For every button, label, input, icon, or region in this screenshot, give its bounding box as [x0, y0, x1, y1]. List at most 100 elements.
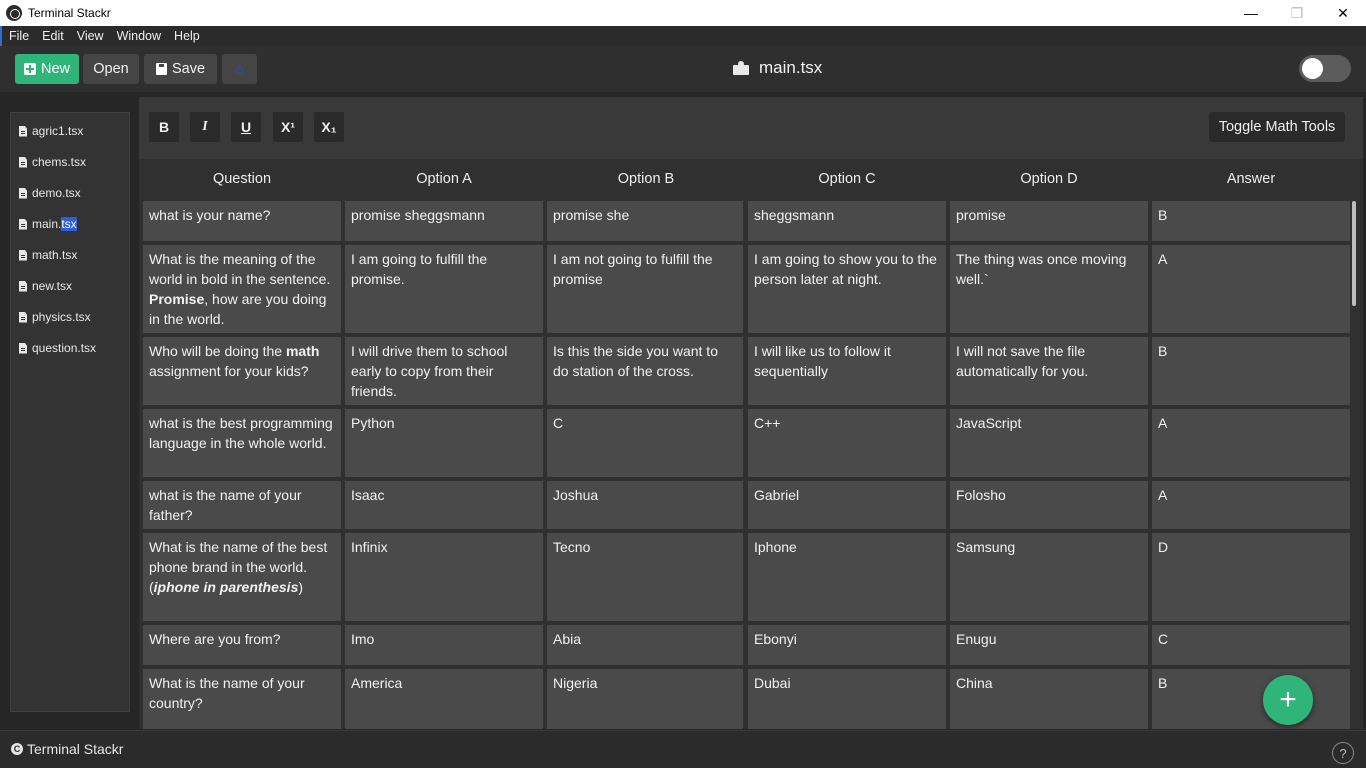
- menu-file[interactable]: File: [2, 29, 35, 43]
- cell-option-c[interactable]: Iphone: [748, 533, 946, 621]
- title-bar: Terminal Stackr — ❐ ✕: [0, 0, 1366, 26]
- superscript-button[interactable]: X¹: [273, 112, 303, 142]
- maximize-button[interactable]: ❐: [1274, 0, 1320, 26]
- menu-view[interactable]: View: [70, 29, 110, 43]
- cell-option-a[interactable]: promise sheggsmann: [345, 201, 543, 241]
- cell-answer[interactable]: D: [1152, 533, 1350, 621]
- help-button[interactable]: ?: [1332, 742, 1354, 764]
- underline-button[interactable]: U: [231, 112, 261, 142]
- cell-option-c[interactable]: I am going to show you to the person lat…: [748, 245, 946, 333]
- cell-question[interactable]: What is the meaning of the world in bold…: [143, 245, 341, 333]
- italic-button[interactable]: I: [190, 112, 220, 142]
- table-header: Question Option A Option B Option C Opti…: [139, 159, 1363, 201]
- cell-option-a[interactable]: Imo: [345, 625, 543, 665]
- cell-option-a[interactable]: America: [345, 669, 543, 729]
- copyright-icon: C: [11, 743, 23, 755]
- menu-window[interactable]: Window: [110, 29, 167, 43]
- table-row: Who will be doing the math assignment fo…: [139, 337, 1363, 405]
- cell-question[interactable]: what is your name?: [143, 201, 341, 241]
- minimize-button[interactable]: —: [1228, 0, 1274, 26]
- sidebar-file-item[interactable]: physics.tsx: [19, 309, 91, 325]
- cell-option-b[interactable]: Nigeria: [547, 669, 743, 729]
- menu-help[interactable]: Help: [167, 29, 206, 43]
- dark-mode-toggle[interactable]: [1299, 55, 1351, 82]
- cell-answer[interactable]: A: [1152, 481, 1350, 529]
- cell-option-a[interactable]: I will drive them to school early to cop…: [345, 337, 543, 405]
- cell-option-a[interactable]: I am going to fulfill the promise.: [345, 245, 543, 333]
- cell-option-d[interactable]: JavaScript: [950, 409, 1148, 477]
- cell-question[interactable]: what is the name of your father?: [143, 481, 341, 529]
- cell-question[interactable]: Who will be doing the math assignment fo…: [143, 337, 341, 405]
- cell-option-b[interactable]: Abia: [547, 625, 743, 665]
- formatted-text-run: Promise: [149, 291, 205, 307]
- text-run: Where are you from?: [149, 631, 281, 647]
- cell-answer[interactable]: B: [1152, 201, 1350, 241]
- cell-answer[interactable]: B: [1152, 337, 1350, 405]
- sidebar-file-item[interactable]: demo.tsx: [19, 185, 81, 201]
- open-button[interactable]: Open: [83, 54, 139, 84]
- cell-option-c[interactable]: C++: [748, 409, 946, 477]
- cell-option-b[interactable]: Is this the side you want to do station …: [547, 337, 743, 405]
- cell-answer[interactable]: A: [1152, 409, 1350, 477]
- cell-option-d[interactable]: Enugu: [950, 625, 1148, 665]
- sidebar-file-item[interactable]: new.tsx: [19, 278, 72, 294]
- subscript-button[interactable]: X₁: [314, 112, 344, 142]
- cell-option-a[interactable]: Python: [345, 409, 543, 477]
- sidebar-file-item[interactable]: chems.tsx: [19, 154, 86, 170]
- sidebar-file-item[interactable]: agric1.tsx: [19, 123, 83, 139]
- cell-option-b[interactable]: I am not going to fulfill the promise: [547, 245, 743, 333]
- cell-option-d[interactable]: I will not save the file automatically f…: [950, 337, 1148, 405]
- bold-button[interactable]: B: [149, 112, 179, 142]
- cell-option-c[interactable]: I will like us to follow it sequentially: [748, 337, 946, 405]
- cell-answer[interactable]: C: [1152, 625, 1350, 665]
- cell-question[interactable]: What is the name of the best phone brand…: [143, 533, 341, 621]
- file-icon: [19, 311, 27, 323]
- cell-option-d[interactable]: Folosho: [950, 481, 1148, 529]
- sidebar-file-item[interactable]: math.tsx: [19, 247, 77, 263]
- window-title: Terminal Stackr: [28, 6, 111, 20]
- header-option-c: Option C: [818, 171, 876, 187]
- close-button[interactable]: ✕: [1320, 0, 1366, 26]
- book-reader-icon: [733, 61, 749, 75]
- cell-option-c[interactable]: sheggsmann: [748, 201, 946, 241]
- cell-question[interactable]: what is the best programming language in…: [143, 409, 341, 477]
- cell-option-a[interactable]: Isaac: [345, 481, 543, 529]
- text-run: assignment for your kids?: [149, 363, 309, 379]
- cell-question[interactable]: Where are you from?: [143, 625, 341, 665]
- cell-option-c[interactable]: Dubai: [748, 669, 946, 729]
- new-button-label: New: [40, 61, 70, 77]
- app-logo-icon: [6, 5, 22, 21]
- table-scrollbar[interactable]: [1352, 201, 1356, 306]
- cell-option-b[interactable]: C: [547, 409, 743, 477]
- file-icon: [19, 218, 27, 230]
- cell-option-c[interactable]: Gabriel: [748, 481, 946, 529]
- cell-question[interactable]: What is the name of your country?: [143, 669, 341, 729]
- menu-edit[interactable]: Edit: [35, 29, 70, 43]
- add-question-button[interactable]: +: [1263, 675, 1313, 725]
- toggle-math-tools-button[interactable]: Toggle Math Tools: [1209, 112, 1345, 142]
- toggle-knob: [1302, 58, 1323, 79]
- new-button[interactable]: New: [15, 54, 79, 84]
- home-icon: ⌂: [234, 60, 245, 78]
- save-button[interactable]: Save: [144, 54, 217, 84]
- sidebar-file-item[interactable]: question.tsx: [19, 340, 96, 356]
- cell-answer[interactable]: B: [1152, 669, 1350, 729]
- cell-option-d[interactable]: China: [950, 669, 1148, 729]
- cell-option-c[interactable]: Ebonyi: [748, 625, 946, 665]
- cell-option-d[interactable]: Samsung: [950, 533, 1148, 621]
- home-button[interactable]: ⌂: [222, 54, 257, 84]
- file-icon: [19, 342, 27, 354]
- cell-option-b[interactable]: Tecno: [547, 533, 743, 621]
- sidebar-file-item-active[interactable]: main. tsx: [19, 216, 77, 232]
- header-question: Question: [212, 171, 272, 187]
- cell-option-d[interactable]: The thing was once moving well.`: [950, 245, 1148, 333]
- cell-option-b[interactable]: Joshua: [547, 481, 743, 529]
- table-row: what is the best programming language in…: [139, 409, 1363, 477]
- cell-option-a[interactable]: Infinix: [345, 533, 543, 621]
- cell-option-d[interactable]: promise: [950, 201, 1148, 241]
- table-row: what is your name? promise sheggsmann prom…: [139, 201, 1363, 241]
- question-table: Question Option A Option B Option C Opti…: [139, 159, 1363, 729]
- status-bar: C Terminal Stackr ?: [0, 730, 1366, 768]
- cell-option-b[interactable]: promise she: [547, 201, 743, 241]
- cell-answer[interactable]: A: [1152, 245, 1350, 333]
